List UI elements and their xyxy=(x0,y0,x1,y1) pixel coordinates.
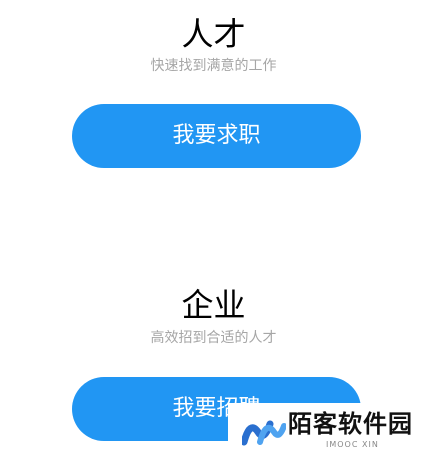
talent-subtitle: 快速找到满意的工作 xyxy=(150,58,277,74)
talent-title: 人才 xyxy=(181,15,246,53)
company-subtitle: 高效招到合适的人才 xyxy=(150,330,277,346)
job-seeker-button[interactable]: 我要求职 xyxy=(72,104,361,168)
watermark-brand: 陌客软件园 xyxy=(288,409,413,438)
watermark: 陌客软件园 IMOOC XIN xyxy=(228,403,427,456)
company-title: 企业 xyxy=(181,286,246,324)
wave-logo-icon xyxy=(242,420,286,446)
watermark-subtext: IMOOC XIN xyxy=(326,440,379,449)
